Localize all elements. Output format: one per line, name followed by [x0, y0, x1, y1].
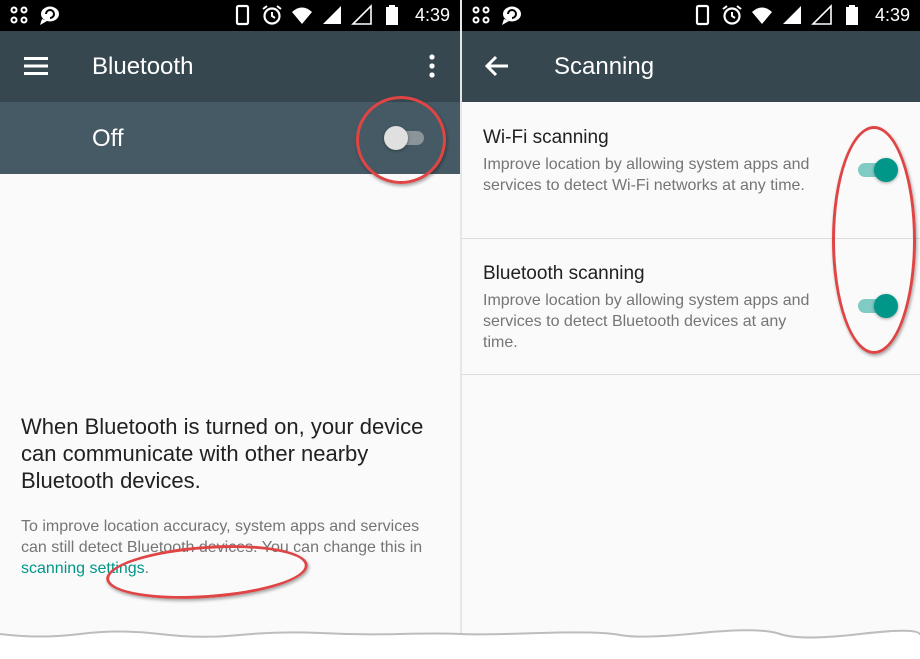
status-bar: 4:39	[0, 0, 460, 31]
battery-icon	[385, 5, 398, 25]
scanning-note-end: .	[144, 560, 150, 577]
signal-empty-icon	[811, 4, 832, 25]
bluetooth-toggle-switch[interactable]	[384, 118, 428, 158]
phone-icon	[695, 4, 710, 26]
arrow-back-icon[interactable]	[482, 51, 512, 81]
switch-thumb	[874, 294, 898, 318]
scanning-note: To improve location accuracy, system app…	[21, 516, 431, 579]
bluetooth-scanning-title: Bluetooth scanning	[483, 263, 645, 284]
battery-icon	[845, 5, 858, 25]
bluetooth-switch-bar[interactable]: Off	[0, 102, 460, 174]
hamburger-menu-icon[interactable]	[21, 51, 51, 81]
torn-edge	[0, 629, 920, 659]
phone-icon	[235, 4, 250, 26]
switch-thumb	[874, 158, 898, 182]
toolbar: Bluetooth	[0, 31, 460, 102]
scanning-settings-link[interactable]: scanning settings	[21, 560, 145, 577]
clock-time: 4:39	[414, 5, 450, 25]
wifi-scanning-summary: Improve location by allowing system apps…	[483, 156, 810, 194]
bluetooth-scanning-toggle[interactable]	[854, 286, 898, 326]
wifi-scanning-toggle[interactable]	[854, 150, 898, 190]
signal-empty-icon	[351, 4, 372, 25]
scanning-note-text: To improve location accuracy, system app…	[21, 518, 423, 556]
clock-time: 4:39	[874, 5, 910, 25]
bluetooth-scanning-row[interactable]: Bluetooth scanning Improve location by a…	[462, 239, 920, 375]
chat-icon	[502, 6, 521, 25]
chat-icon	[40, 6, 59, 25]
alarm-icon	[722, 5, 742, 25]
alarm-icon	[262, 5, 282, 25]
bluetooth-description: When Bluetooth is turned on, your device…	[21, 414, 424, 493]
bluetooth-settings-screen: 4:39 Bluetooth Off When Bluetooth is tur…	[0, 0, 460, 659]
status-bar: 4:39	[462, 0, 920, 31]
more-vert-icon[interactable]	[417, 51, 447, 81]
signal-icon	[782, 6, 801, 24]
wifi-scanning-title: Wi-Fi scanning	[483, 127, 609, 148]
signal-icon	[322, 6, 341, 24]
app-icon	[472, 6, 490, 24]
bluetooth-scanning-summary: Improve location by allowing system apps…	[483, 292, 810, 351]
app-icon	[10, 6, 28, 24]
switch-thumb	[384, 126, 408, 150]
scanning-settings-screen: 4:39 Scanning Wi-Fi scanning Improve loc…	[462, 0, 920, 659]
page-title: Bluetooth	[92, 53, 194, 80]
wifi-scanning-row[interactable]: Wi-Fi scanning Improve location by allow…	[462, 102, 920, 239]
toolbar: Scanning	[462, 31, 920, 102]
page-title: Scanning	[554, 53, 655, 80]
bluetooth-switch-label: Off	[92, 125, 124, 152]
wifi-icon	[751, 7, 772, 24]
wifi-icon	[291, 7, 312, 24]
